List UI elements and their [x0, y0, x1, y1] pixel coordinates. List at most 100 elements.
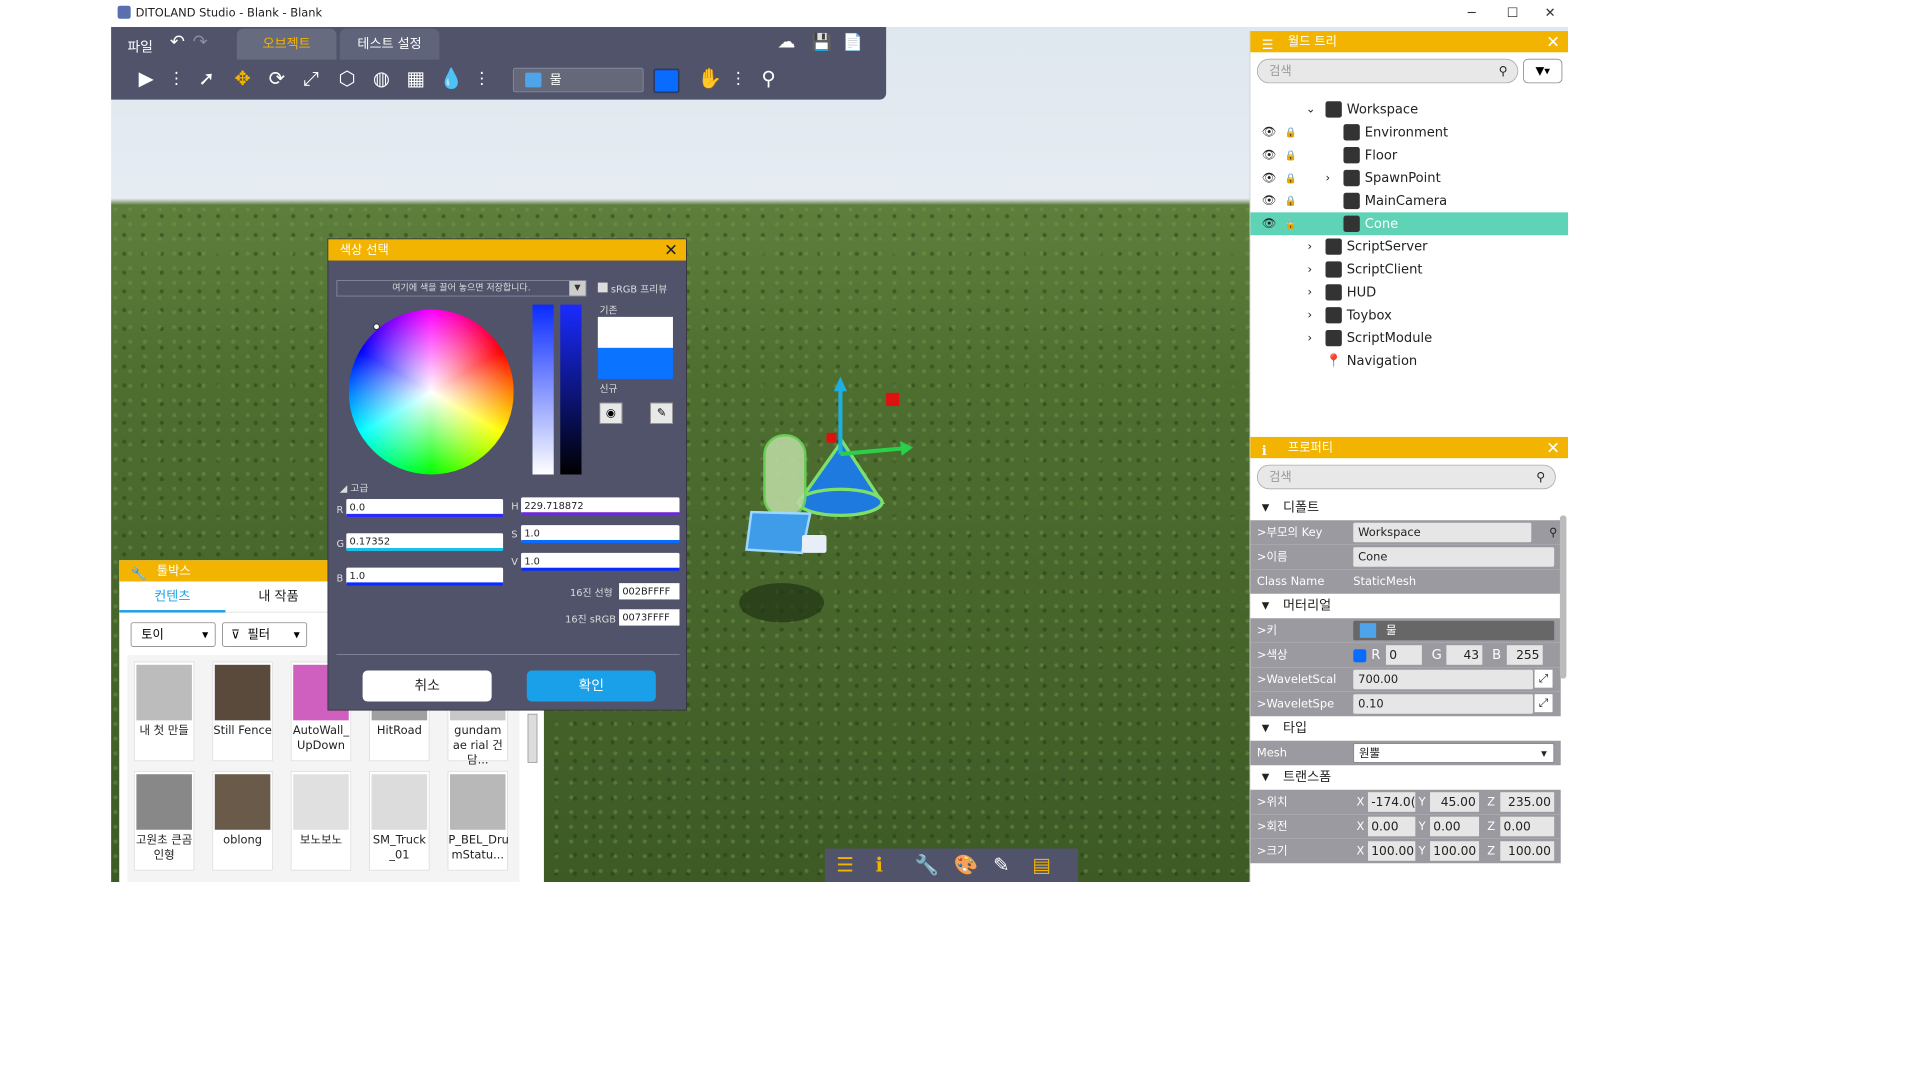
hex-srgb-field[interactable]: 0073FFFF	[619, 609, 680, 626]
material-color-button[interactable]	[653, 68, 680, 94]
toolbox-item[interactable]: 고원초 큰곰 인형	[133, 770, 195, 871]
scale-icon[interactable]: ⤢	[299, 66, 324, 91]
hex-linear-field[interactable]: 002BFFFF	[619, 583, 680, 600]
cancel-button[interactable]: 취소	[362, 670, 492, 702]
tree-item-environment[interactable]: 👁 🔒 Environment	[1250, 121, 1568, 144]
section-transform[interactable]: ▼ 트랜스폼	[1250, 765, 1560, 788]
tree-item-spawnpoint[interactable]: 👁 🔒 › SpawnPoint	[1250, 167, 1568, 190]
tree-item-scriptserver[interactable]: › ScriptServer	[1250, 235, 1568, 258]
close-icon[interactable]: ✕	[1546, 31, 1560, 52]
script-icon[interactable]: ▤	[1032, 853, 1051, 876]
color-wheel[interactable]	[348, 309, 514, 475]
gizmo-x-axis[interactable]	[840, 446, 904, 457]
g-field[interactable]: 0.17352	[346, 533, 504, 552]
file-menu[interactable]: 파일	[127, 35, 153, 55]
visibility-filter-icon[interactable]: ⚲	[756, 66, 781, 91]
gizmo-handle-red[interactable]	[886, 392, 900, 406]
toolbox-item[interactable]: 보노보노	[290, 770, 352, 871]
toolbox-item[interactable]: oblong	[212, 770, 273, 871]
close-icon[interactable]: ✕	[1546, 437, 1560, 458]
list-icon[interactable]: ☰	[836, 853, 854, 876]
tree-item-scriptclient[interactable]: › ScriptClient	[1250, 258, 1568, 281]
prop-parent-key: >부모의 Key Workspace ⚲	[1250, 520, 1561, 545]
save-icon[interactable]: 💾	[812, 32, 832, 52]
section-material[interactable]: ▼ 머터리얼	[1250, 594, 1560, 617]
water-drop-icon[interactable]: 💧	[439, 66, 464, 91]
tree-item-cone[interactable]: 👁 🔒 Cone	[1250, 212, 1569, 236]
undo-icon[interactable]: ↶	[170, 32, 185, 52]
grid-icon[interactable]: ▦	[403, 66, 428, 91]
character-model[interactable]	[763, 434, 807, 519]
r-field[interactable]: 0.0	[346, 499, 504, 517]
srgb-checkbox[interactable]	[597, 282, 608, 293]
globe-icon[interactable]: ◍	[369, 66, 394, 91]
world-tree-search[interactable]: 검색 ⚲	[1256, 58, 1519, 84]
toolbox-item[interactable]: Still Fence	[212, 661, 273, 762]
gizmo-x-arrow[interactable]	[900, 441, 914, 456]
properties-search[interactable]: 검색 ⚲	[1256, 464, 1556, 490]
spawnpoint-object[interactable]	[745, 510, 812, 555]
tab-object[interactable]: 오브젝트	[236, 28, 337, 60]
tree-item-navigation[interactable]: 📍 Navigation	[1250, 350, 1568, 373]
move-icon[interactable]: ✥	[230, 66, 255, 91]
close-window-button[interactable]: ✕	[1539, 3, 1562, 23]
section-type[interactable]: ▼ 타입	[1250, 716, 1560, 739]
saved-colors-dropdown[interactable]: 여기에 색을 끌어 놓으면 저장합니다. ▼	[336, 280, 587, 297]
gizmo-y-arrow[interactable]	[833, 376, 847, 392]
category-label: 토이	[141, 627, 164, 642]
new-file-icon[interactable]: 📄	[843, 32, 863, 52]
s-field[interactable]: 1.0	[521, 525, 680, 544]
saturation-slider[interactable]	[532, 304, 554, 475]
new-label: 신규	[599, 383, 618, 395]
v-field[interactable]: 1.0	[521, 552, 680, 571]
tree-item-scriptmodule[interactable]: › ScriptModule	[1250, 327, 1568, 350]
maximize-button[interactable]: ☐	[1501, 3, 1524, 23]
minimize-button[interactable]: ─	[1460, 3, 1483, 23]
color-palette-button[interactable]: ◉	[599, 402, 623, 424]
select-icon[interactable]: ➚	[194, 66, 219, 91]
palette-icon[interactable]: 🎨	[954, 853, 978, 876]
tree-item-workspace[interactable]: ⌄ Workspace	[1250, 98, 1568, 121]
tree-item-toybox[interactable]: › Toybox	[1250, 304, 1568, 327]
material-options-icon[interactable]: ⋮	[474, 68, 490, 88]
toolbox-item[interactable]: 내 첫 만들	[133, 661, 195, 762]
filter-dropdown[interactable]: ⊽ 필터 ▾	[222, 622, 308, 647]
wheel-cursor[interactable]	[373, 323, 380, 330]
properties-scrollbar[interactable]	[1559, 515, 1567, 679]
advanced-toggle[interactable]: ◢ 고급	[340, 481, 369, 495]
filter-dropdown[interactable]: ▼▾	[1523, 58, 1563, 84]
edit-icon[interactable]: ✎	[993, 853, 1009, 876]
search-icon: ⚲	[1498, 63, 1508, 79]
tree-item-floor[interactable]: 👁 🔒 Floor	[1250, 144, 1568, 167]
hand-options-icon[interactable]: ⋮	[730, 68, 746, 88]
toolbox-scrollbar[interactable]	[527, 713, 538, 763]
hand-icon[interactable]: ✋	[697, 66, 722, 91]
tree-item-maincamera[interactable]: 👁 🔒 MainCamera	[1250, 189, 1568, 212]
info-icon[interactable]: ℹ	[876, 853, 883, 876]
tab-test-settings[interactable]: 테스트 설정	[339, 28, 440, 60]
h-field[interactable]: 229.718872	[521, 497, 680, 516]
material-selector[interactable]: 물	[512, 67, 644, 93]
wrench-icon[interactable]: 🔧	[915, 853, 939, 876]
upload-icon[interactable]: ☁	[777, 32, 795, 52]
section-default[interactable]: ▼ 디폴트	[1250, 496, 1560, 519]
redo-icon[interactable]: ↷	[193, 32, 208, 52]
value-slider[interactable]	[560, 304, 582, 475]
cube-icon[interactable]: ⬡	[335, 66, 360, 91]
prop-name: >이름 Cone	[1250, 544, 1561, 570]
tab-my-works[interactable]: 내 작품	[225, 581, 331, 612]
toolbox-item[interactable]: P_BEL_Dru mStatu...	[447, 770, 509, 871]
eyedropper-icon[interactable]: ✎	[650, 402, 673, 424]
toolbox-item[interactable]: SM_Truck _01	[369, 770, 430, 871]
category-dropdown[interactable]: 토이 ▾	[130, 622, 216, 647]
play-options-icon[interactable]: ⋮	[168, 68, 184, 88]
play-icon[interactable]: ▶	[134, 66, 159, 91]
rotate-icon[interactable]: ⟳	[265, 66, 290, 91]
gizmo-handle-small[interactable]	[826, 432, 837, 443]
tab-contents[interactable]: 컨텐츠	[119, 581, 226, 613]
b-field[interactable]: 1.0	[346, 567, 504, 586]
tree-item-hud[interactable]: › HUD	[1250, 281, 1568, 304]
close-icon[interactable]: ✕	[664, 239, 678, 260]
ok-button[interactable]: 확인	[526, 670, 656, 702]
color-swatch[interactable]	[1353, 649, 1367, 663]
